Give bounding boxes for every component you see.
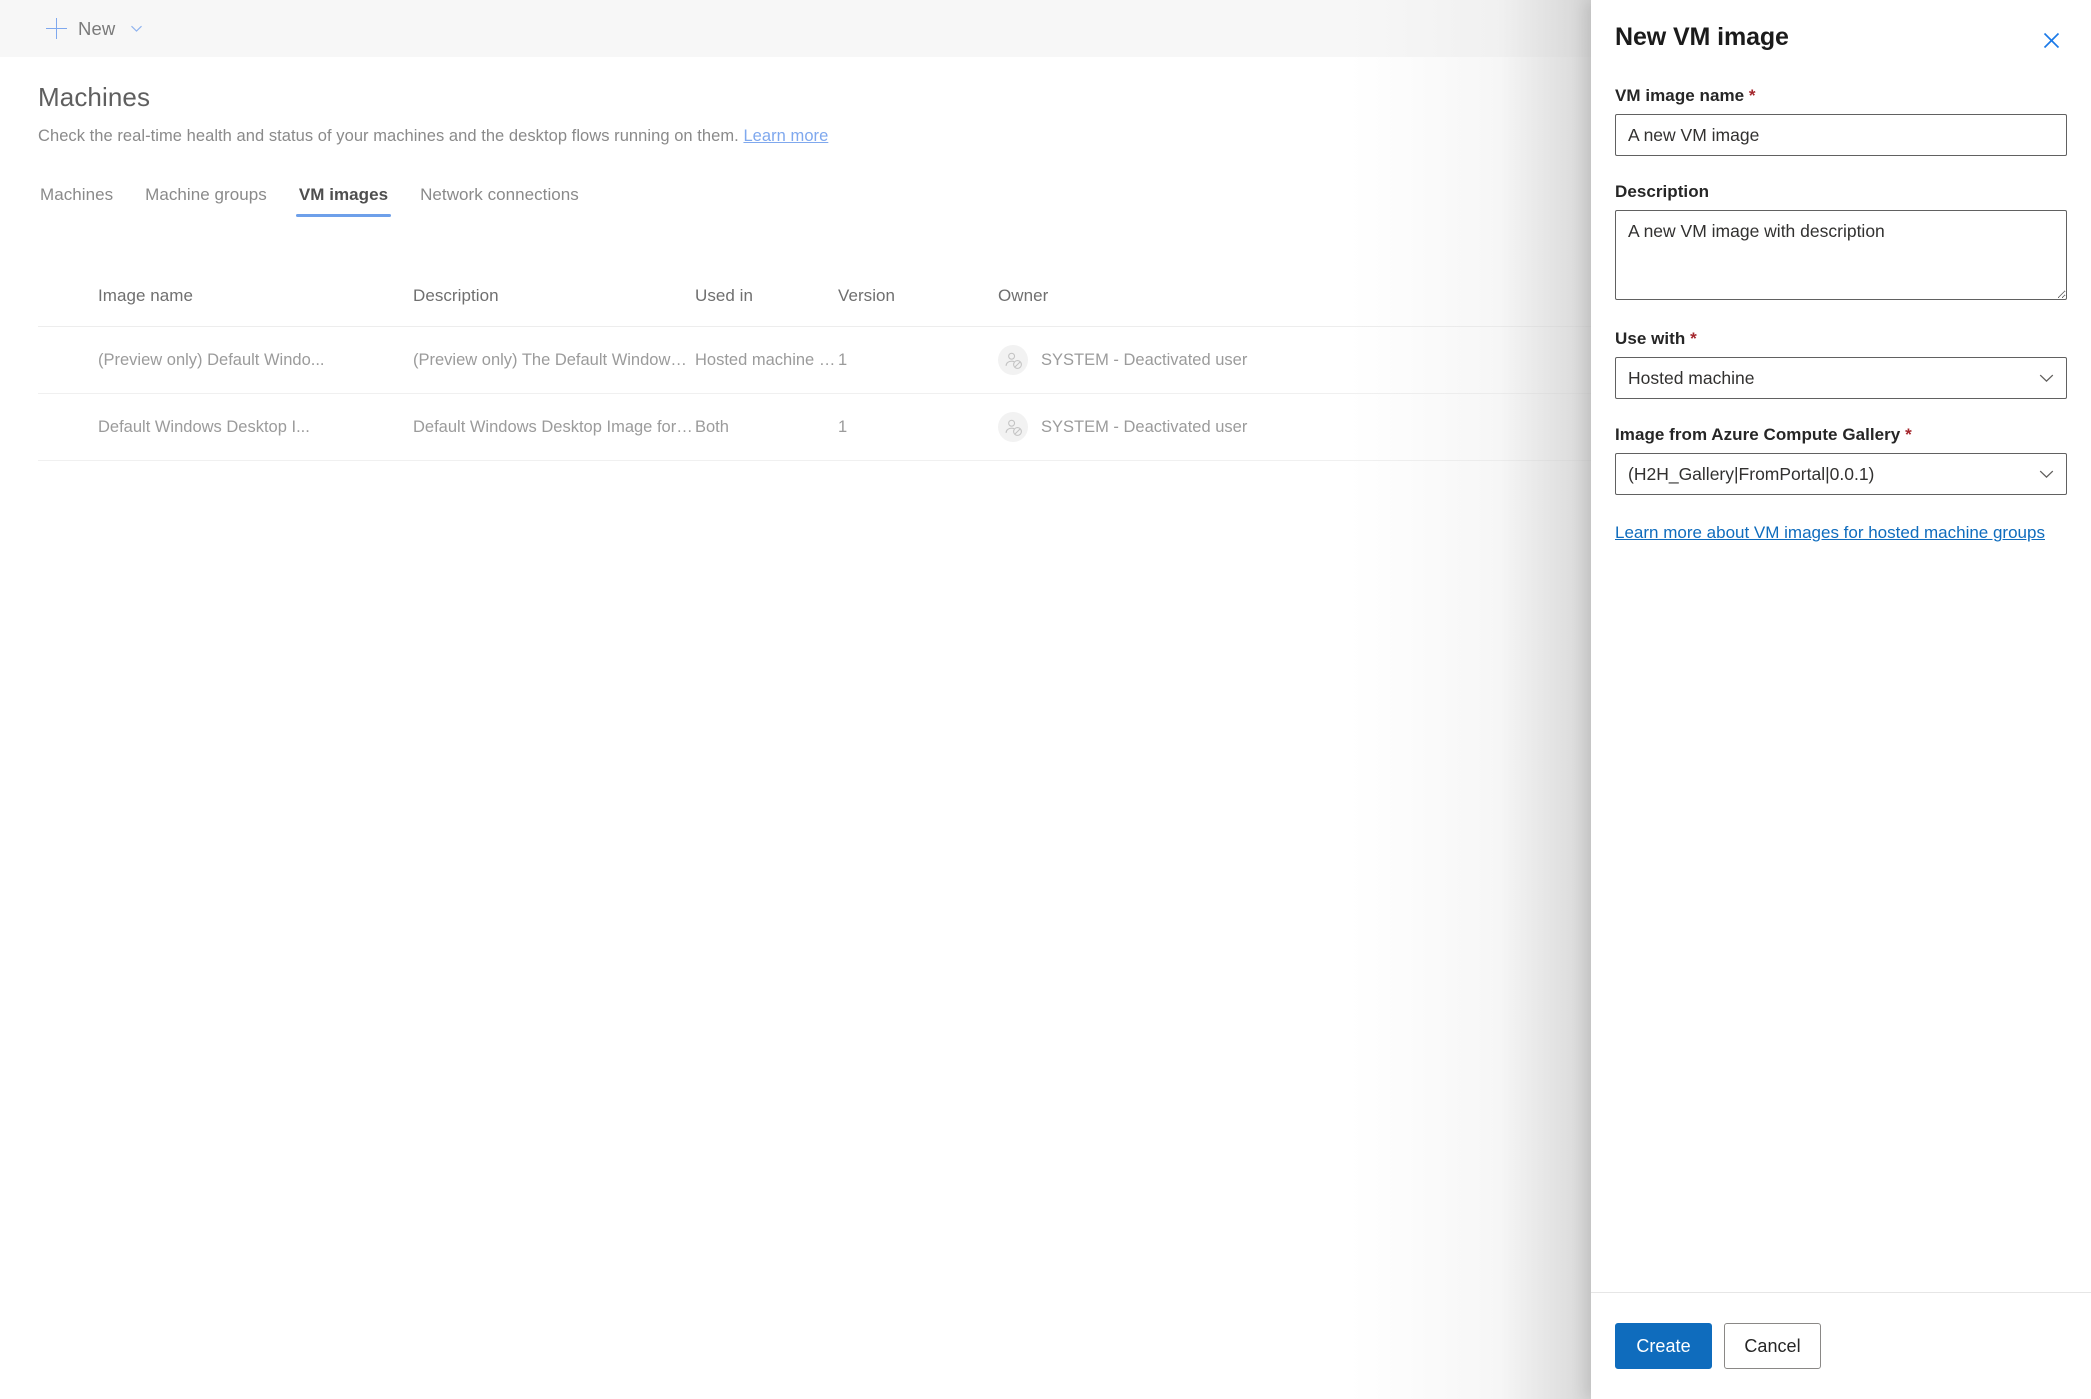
page-subtitle-text: Check the real-time health and status of… bbox=[38, 127, 739, 145]
panel-header: New VM image bbox=[1591, 0, 2091, 56]
deactivated-user-icon bbox=[998, 345, 1028, 375]
cell-owner: SYSTEM - Deactivated user bbox=[998, 345, 1428, 375]
cell-owner-label: SYSTEM - Deactivated user bbox=[1041, 417, 1248, 436]
cell-image-name: (Preview only) Default Windo... bbox=[98, 350, 325, 369]
description-textarea[interactable]: A new VM image with description bbox=[1615, 210, 2067, 300]
learn-more-link[interactable]: Learn more bbox=[743, 127, 828, 145]
label-gallery-image-text: Image from Azure Compute Gallery bbox=[1615, 425, 1901, 444]
plus-icon bbox=[46, 18, 67, 39]
table-header-row: Image name Description Used in Version O… bbox=[38, 265, 1591, 327]
new-button[interactable]: New bbox=[38, 7, 151, 51]
panel-footer: Create Cancel bbox=[1591, 1292, 2091, 1399]
chevron-down-icon bbox=[130, 22, 143, 35]
cell-used-in: Both bbox=[695, 417, 729, 436]
page-subtitle: Check the real-time health and status of… bbox=[38, 127, 1591, 146]
create-button[interactable]: Create bbox=[1615, 1323, 1712, 1369]
cell-version: 1 bbox=[838, 417, 848, 436]
vm-image-name-input[interactable] bbox=[1615, 114, 2067, 156]
field-use-with: Use with * Hosted machine bbox=[1615, 329, 2067, 399]
label-use-with: Use with * bbox=[1615, 329, 2067, 349]
panel-body: VM image name * Description A new VM ima… bbox=[1591, 86, 2091, 544]
page-body: Machines Check the real-time health and … bbox=[0, 57, 1591, 1399]
required-asterisk: * bbox=[1905, 425, 1912, 444]
tab-machines[interactable]: Machines bbox=[38, 185, 129, 217]
tab-machine-groups[interactable]: Machine groups bbox=[129, 185, 283, 217]
table-row[interactable]: Default Windows Desktop I... Default Win… bbox=[38, 394, 1591, 461]
tab-vm-images[interactable]: VM images bbox=[283, 185, 404, 217]
required-asterisk: * bbox=[1690, 329, 1697, 348]
field-gallery-image: Image from Azure Compute Gallery * (H2H_… bbox=[1615, 425, 2067, 495]
cell-used-in: Hosted machine group bbox=[695, 350, 838, 369]
new-vm-image-panel: New VM image VM image name * Descri bbox=[1591, 0, 2091, 1399]
page-title: Machines bbox=[38, 82, 151, 112]
label-vm-image-name: VM image name * bbox=[1615, 86, 2067, 106]
vm-images-table: Image name Description Used in Version O… bbox=[38, 265, 1591, 461]
command-bar: New bbox=[0, 0, 1591, 57]
cell-description: (Preview only) The Default Windows Desk.… bbox=[413, 350, 695, 369]
close-icon[interactable] bbox=[2035, 24, 2067, 56]
column-header-owner[interactable]: Owner bbox=[998, 286, 1428, 306]
table-row[interactable]: (Preview only) Default Windo... (Preview… bbox=[38, 327, 1591, 394]
field-description: Description A new VM image with descript… bbox=[1615, 182, 2067, 305]
vm-images-help-link[interactable]: Learn more about VM images for hosted ma… bbox=[1615, 521, 2067, 544]
gallery-image-selected-value: (H2H_Gallery|FromPortal|0.0.1) bbox=[1615, 453, 2067, 495]
cell-version: 1 bbox=[838, 350, 848, 369]
deactivated-user-icon bbox=[998, 412, 1028, 442]
cell-owner: SYSTEM - Deactivated user bbox=[998, 412, 1428, 442]
label-description: Description bbox=[1615, 182, 1710, 201]
tab-network-connections[interactable]: Network connections bbox=[404, 185, 595, 217]
cell-owner-label: SYSTEM - Deactivated user bbox=[1041, 350, 1248, 369]
use-with-selected-value: Hosted machine bbox=[1615, 357, 2067, 399]
label-gallery-image: Image from Azure Compute Gallery * bbox=[1615, 425, 2067, 445]
new-button-label: New bbox=[78, 17, 116, 39]
gallery-image-dropdown[interactable]: (H2H_Gallery|FromPortal|0.0.1) bbox=[1615, 453, 2067, 495]
required-asterisk: * bbox=[1748, 86, 1756, 105]
app-root: New Machines Check the real-time health … bbox=[0, 0, 2091, 1399]
label-use-with-text: Use with bbox=[1615, 329, 1686, 348]
column-header-used-in[interactable]: Used in bbox=[695, 286, 838, 306]
cell-description: Default Windows Desktop Image for use i.… bbox=[413, 417, 695, 436]
tab-list: Machines Machine groups VM images Networ… bbox=[38, 171, 1591, 217]
panel-title: New VM image bbox=[1615, 23, 1789, 51]
column-header-image-name[interactable]: Image name bbox=[38, 286, 413, 306]
use-with-dropdown[interactable]: Hosted machine bbox=[1615, 357, 2067, 399]
cancel-button[interactable]: Cancel bbox=[1724, 1323, 1821, 1369]
column-header-description[interactable]: Description bbox=[413, 286, 695, 306]
field-vm-image-name: VM image name * bbox=[1615, 86, 2067, 156]
column-header-version[interactable]: Version bbox=[838, 286, 998, 306]
label-vm-image-name-text: VM image name bbox=[1615, 86, 1745, 105]
cell-image-name: Default Windows Desktop I... bbox=[98, 417, 310, 436]
